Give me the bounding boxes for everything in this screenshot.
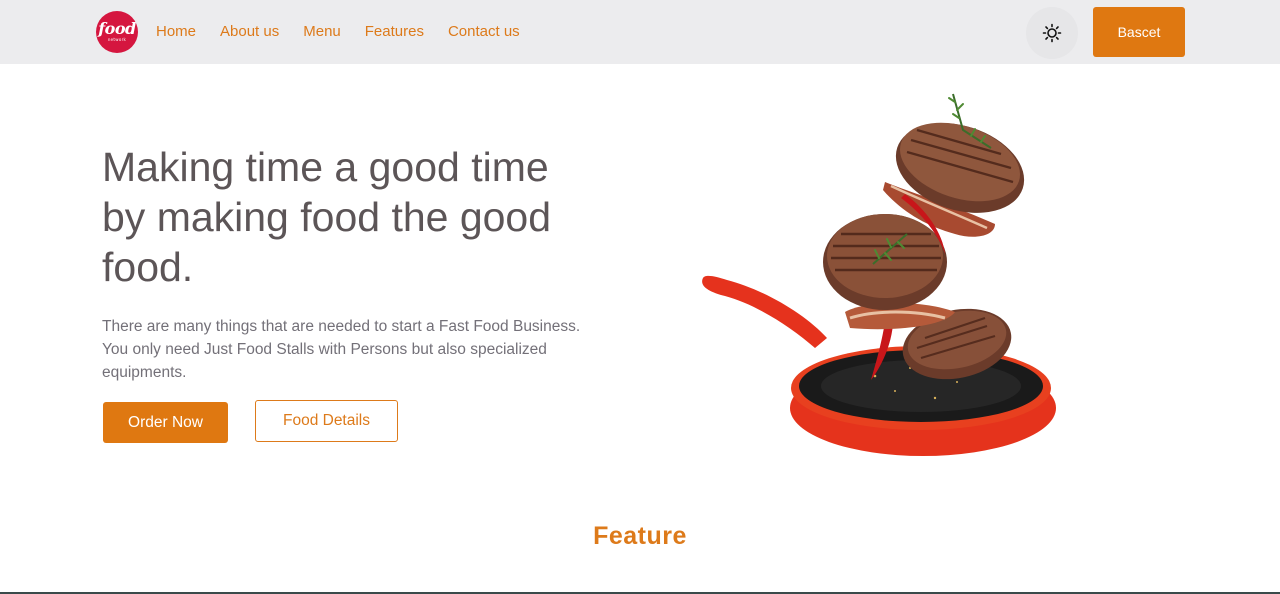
- logo-word: food: [98, 19, 136, 38]
- basket-button[interactable]: Bascet: [1093, 7, 1185, 57]
- nav-link-home[interactable]: Home: [156, 22, 196, 42]
- hero-description: There are many things that are needed to…: [102, 318, 581, 381]
- sun-icon: [1042, 23, 1062, 43]
- nav-link-about-us[interactable]: About us: [220, 22, 279, 42]
- nav-link-features[interactable]: Features: [365, 22, 424, 42]
- top-navbar: food network Home About us Menu Features…: [0, 0, 1280, 64]
- nav-link-contact-us[interactable]: Contact us: [448, 22, 520, 42]
- nav-link-menu[interactable]: Menu: [303, 22, 341, 42]
- theme-toggle-button[interactable]: [1026, 7, 1078, 59]
- nav-links: Home About us Menu Features Contact us: [156, 22, 544, 42]
- hero-title: Making time a good time by making food t…: [102, 144, 552, 290]
- food-network-logo[interactable]: food network: [96, 11, 138, 53]
- order-now-button[interactable]: Order Now: [103, 402, 228, 443]
- feature-section-title: Feature: [593, 522, 687, 550]
- food-details-button[interactable]: Food Details: [255, 400, 398, 442]
- frying-pan-with-steaks-image: [702, 93, 1056, 456]
